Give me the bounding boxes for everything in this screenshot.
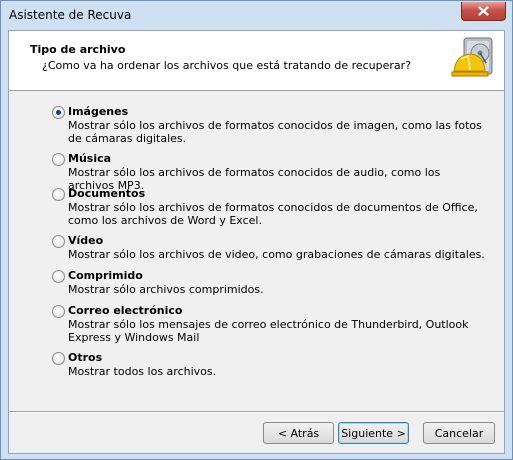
radio-otros[interactable] [52, 352, 65, 365]
close-icon [478, 6, 489, 16]
radio-comprimido[interactable] [52, 270, 65, 283]
window-title: Asistente de Recuva [9, 8, 132, 22]
radio-video[interactable] [52, 235, 65, 248]
option-label[interactable]: Otros [68, 351, 102, 364]
title-bar[interactable]: Asistente de Recuva [1, 1, 512, 30]
option-label[interactable]: Documentos [68, 187, 145, 200]
radio-imagenes[interactable] [52, 106, 65, 119]
page-title: Tipo de archivo [30, 43, 126, 56]
option-label[interactable]: Vídeo [68, 234, 103, 247]
wizard-body: Tipo de archivo ¿Como va ha ordenar los … [8, 30, 505, 454]
option-label[interactable]: Comprimido [68, 269, 143, 282]
option-label[interactable]: Imágenes [68, 105, 128, 118]
radio-correo[interactable] [52, 305, 65, 318]
recuva-hard-hat-drive-icon [451, 37, 493, 77]
next-button[interactable]: Siguiente > [338, 422, 409, 444]
option-description: Mostrar sólo los mensajes de correo elec… [68, 318, 469, 344]
close-button[interactable] [461, 2, 506, 21]
option-description: Mostrar sólo archivos comprimidos. [68, 283, 264, 296]
option-description: Mostrar sólo los archivos de formatos co… [68, 119, 482, 145]
radio-musica[interactable] [52, 153, 65, 166]
page-subtitle: ¿Como va ha ordenar los archivos que est… [42, 59, 412, 72]
option-description: Mostrar todos los archivos. [68, 365, 217, 378]
cancel-button[interactable]: Cancelar [423, 422, 495, 444]
back-button[interactable]: < Atrás [263, 422, 334, 444]
option-description: Mostrar sólo los archivos de video, como… [68, 248, 485, 261]
radio-documentos[interactable] [52, 188, 65, 201]
option-description: Mostrar sólo los archivos de formatos co… [68, 201, 478, 227]
footer-divider [9, 411, 504, 413]
wizard-window: Asistente de Recuva Tipo de archivo ¿Com… [0, 0, 513, 460]
wizard-header: Tipo de archivo ¿Como va ha ordenar los … [9, 31, 504, 91]
option-label[interactable]: Música [68, 152, 111, 165]
option-label[interactable]: Correo electrónico [68, 304, 182, 317]
